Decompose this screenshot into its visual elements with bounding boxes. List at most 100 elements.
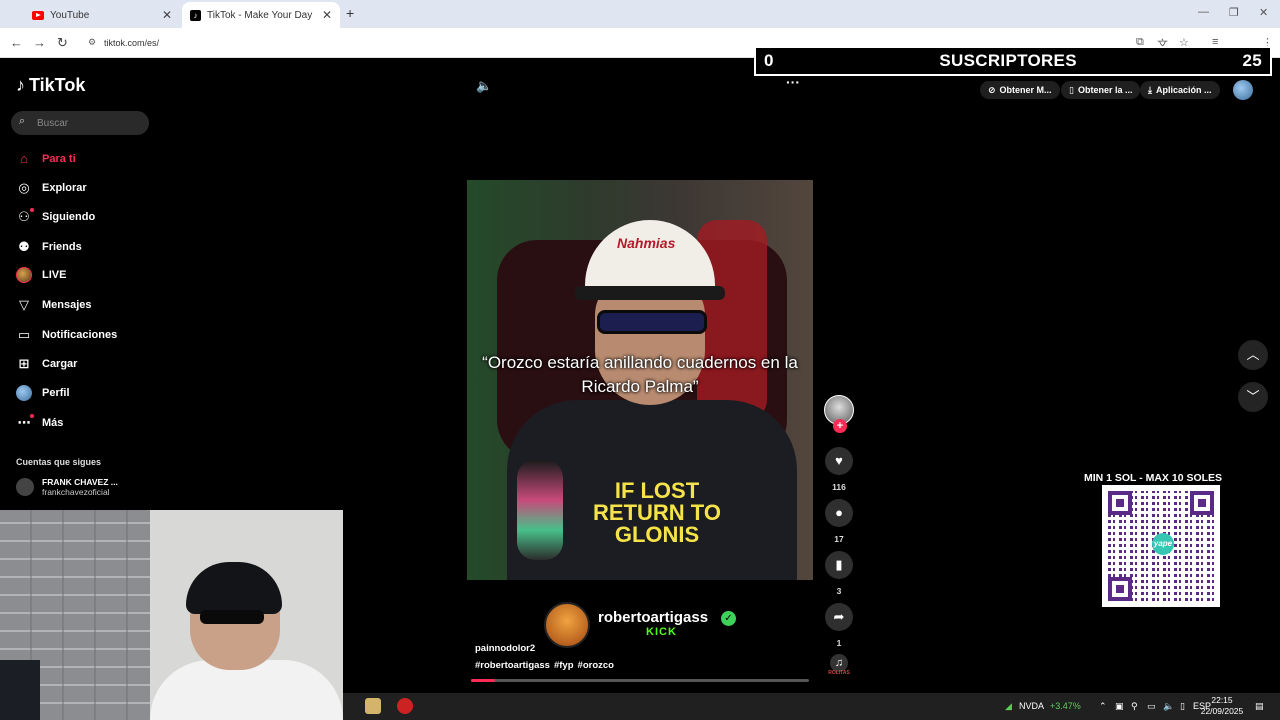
- close-icon[interactable]: ✕: [162, 8, 172, 22]
- hashtag-link[interactable]: #fyp: [554, 660, 574, 671]
- creator-username[interactable]: robertoartigass: [598, 609, 708, 626]
- more-options-icon[interactable]: ···: [786, 74, 800, 90]
- sidebar-item-mas[interactable]: ⋯ Más: [16, 415, 64, 431]
- pill-label: Obtener la ...: [1077, 85, 1133, 95]
- speaker-icon[interactable]: 🔈: [1163, 701, 1174, 712]
- tiktok-icon: ♪: [190, 9, 201, 21]
- yape-logo: yape: [1152, 533, 1174, 555]
- subscriber-label: SUSCRIPTORES: [939, 51, 1077, 70]
- like-count: 116: [832, 482, 846, 492]
- sidebar-item-siguiendo[interactable]: ⚇ Siguiendo: [16, 209, 95, 225]
- qr-finder: [1190, 491, 1214, 515]
- sidebar-item-label: Cargar: [42, 358, 78, 370]
- tab-title: TikTok - Make Your Day: [207, 9, 313, 21]
- comment-count: 17: [834, 534, 844, 544]
- windows-taskbar: ◢ NVDA +3.47% ⌃ ▣ ⚲ ▭ 🔈 ▯ ESP ▤: [343, 693, 1280, 720]
- system-clock[interactable]: 22:15 22/09/2025: [1198, 695, 1246, 717]
- save-button[interactable]: ▮: [825, 551, 853, 579]
- kick-badge: KICK: [646, 626, 677, 638]
- hashtag-list: #robertoartigass #fyp #orozco: [475, 660, 614, 671]
- back-icon[interactable]: ←: [10, 35, 23, 50]
- app-icon[interactable]: [365, 698, 381, 714]
- sidebar-item-explorar[interactable]: ◎ Explorar: [16, 180, 86, 196]
- close-icon[interactable]: ✕: [322, 8, 332, 22]
- follow-plus-icon[interactable]: +: [833, 419, 847, 433]
- previous-video-button[interactable]: ︿: [1238, 340, 1268, 370]
- minimize-icon[interactable]: —: [1198, 6, 1209, 18]
- comment-button[interactable]: ●: [825, 499, 853, 527]
- window-close-icon[interactable]: ✕: [1259, 6, 1268, 19]
- followed-account[interactable]: FRANK CHAVEZ ... frankchavezoficial: [16, 477, 118, 497]
- next-video-button[interactable]: ﹀: [1238, 382, 1268, 412]
- forward-icon[interactable]: →: [33, 35, 46, 50]
- sidebar-item-notificaciones[interactable]: ▭ Notificaciones: [16, 327, 117, 343]
- sidebar-item-para-ti[interactable]: ⌂ Para ti: [16, 151, 76, 166]
- url-text: tiktok.com/es/: [104, 38, 160, 48]
- get-coins-button[interactable]: ⊘ Obtener M...: [980, 81, 1060, 99]
- video-sunglasses: [597, 310, 707, 334]
- microphone-icon[interactable]: ⚲: [1131, 701, 1138, 712]
- search-input[interactable]: ⌕ Buscar: [11, 111, 149, 135]
- tray-chevron-icon[interactable]: ⌃: [1099, 701, 1107, 712]
- webcam-overlay: [0, 510, 343, 720]
- sidebar-item-live[interactable]: LIVE: [16, 267, 66, 283]
- sidebar-item-friends[interactable]: ⚉ Friends: [16, 239, 82, 255]
- heart-icon: ♥: [835, 453, 843, 468]
- sidebar-item-label: Más: [42, 417, 64, 429]
- streamer-hair: [186, 562, 282, 614]
- get-app-button[interactable]: ▯ Obtener la ...: [1061, 81, 1141, 99]
- avatar: [16, 478, 34, 496]
- share-count: 1: [836, 638, 842, 648]
- rgb-microphone: [517, 460, 563, 560]
- sidebar-item-cargar[interactable]: ⊞ Cargar: [16, 356, 78, 372]
- volume-icon[interactable]: 🔈: [476, 78, 492, 94]
- url-field[interactable]: ⚙ tiktok.com/es/: [80, 32, 760, 54]
- avatar[interactable]: [1233, 80, 1253, 100]
- qr-finder: [1108, 491, 1132, 515]
- tiktok-logo[interactable]: ♪ TikTok: [16, 75, 85, 96]
- battery-icon[interactable]: ▯: [1180, 701, 1185, 712]
- network-icon[interactable]: ▭: [1147, 701, 1156, 712]
- browser-tab-bar: YouTube ✕ ♪ TikTok - Make Your Day ✕ + —…: [0, 0, 1280, 28]
- following-header: Cuentas que sigues: [16, 457, 102, 467]
- reload-icon[interactable]: ↻: [57, 35, 68, 51]
- sidebar-item-perfil[interactable]: Perfil: [16, 385, 70, 401]
- new-tab-button[interactable]: +: [346, 5, 354, 21]
- stock-name[interactable]: NVDA: [1019, 701, 1044, 711]
- creator-avatar[interactable]: [544, 602, 590, 648]
- search-icon: ⌕: [19, 115, 26, 127]
- account-handle: frankchavezoficial: [42, 487, 110, 497]
- desktop-app-button[interactable]: ⤓ Aplicación ...: [1140, 81, 1220, 99]
- notification-center-icon[interactable]: ▤: [1255, 701, 1264, 712]
- sidebar-item-label: Notificaciones: [42, 329, 118, 341]
- maximize-icon[interactable]: ❐: [1229, 6, 1239, 19]
- like-button[interactable]: ♥: [825, 447, 853, 475]
- tab-title: YouTube: [50, 9, 90, 21]
- share-icon: ➦: [833, 609, 845, 624]
- new-content-dot: [30, 414, 34, 418]
- share-button[interactable]: ➦: [825, 603, 853, 631]
- live-icon: [16, 267, 32, 283]
- video-cap-brim: [575, 286, 725, 300]
- hashtag-link[interactable]: #orozco: [578, 660, 614, 671]
- notification-icon: ▭: [17, 327, 31, 342]
- tab-tiktok[interactable]: ♪ TikTok - Make Your Day ✕: [182, 2, 340, 28]
- sidebar-item-label: LIVE: [42, 269, 67, 281]
- obs-icon[interactable]: [397, 698, 413, 714]
- upload-icon: ⊞: [18, 356, 30, 371]
- tab-youtube[interactable]: YouTube ✕: [24, 2, 180, 28]
- video-progress-bar[interactable]: [471, 679, 809, 682]
- shirt-print-text: IF LOST RETURN TO GLONIS: [593, 478, 721, 547]
- streamer-glasses: [200, 610, 264, 624]
- phone-icon: ▯: [1069, 84, 1074, 95]
- sidebar-item-mensajes[interactable]: ▽ Mensajes: [16, 297, 92, 313]
- site-info-icon[interactable]: ⚙: [88, 37, 96, 48]
- hashtag-link[interactable]: #robertoartigass: [475, 660, 550, 671]
- save-count: 3: [836, 586, 842, 596]
- cap-logo-text: Nahmias: [617, 235, 676, 251]
- video-description: painnodolor2: [475, 643, 536, 654]
- sidebar-item-label: Mensajes: [42, 299, 92, 311]
- search-placeholder: Buscar: [37, 117, 69, 129]
- compass-icon: ◎: [18, 180, 30, 195]
- tray-app-icon[interactable]: ▣: [1115, 701, 1124, 712]
